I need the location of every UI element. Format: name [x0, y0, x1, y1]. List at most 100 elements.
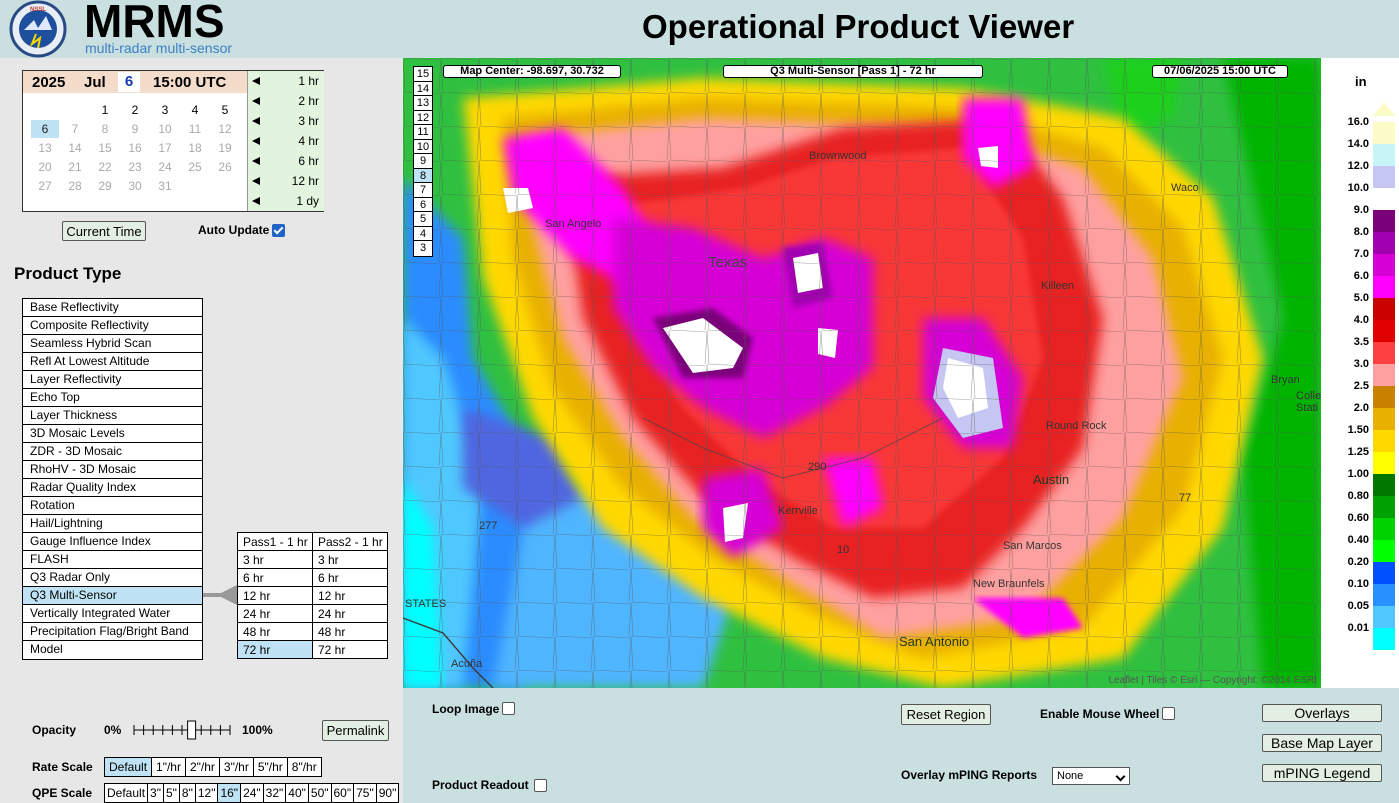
- product-item[interactable]: Rotation: [23, 497, 202, 515]
- calendar-day[interactable]: 2: [121, 101, 149, 119]
- qpe-scale-option[interactable]: 8": [180, 784, 196, 802]
- calendar-day: 27: [38, 179, 52, 193]
- base-map-layer-button[interactable]: Base Map Layer: [1262, 734, 1382, 752]
- accumulation-option[interactable]: 6 hr: [237, 568, 313, 587]
- qpe-scale-option[interactable]: 24": [241, 784, 264, 802]
- product-item[interactable]: Precipitation Flag/Bright Band: [23, 623, 202, 641]
- year-selector[interactable]: 2025: [32, 74, 65, 91]
- product-item[interactable]: Composite Reflectivity: [23, 317, 202, 335]
- product-item[interactable]: Seamless Hybrid Scan: [23, 335, 202, 353]
- product-item[interactable]: 3D Mosaic Levels: [23, 425, 202, 443]
- zoom-level[interactable]: 8: [414, 168, 432, 183]
- product-item[interactable]: Layer Thickness: [23, 407, 202, 425]
- zoom-level[interactable]: 10: [414, 140, 432, 154]
- zoom-level[interactable]: 5: [414, 212, 432, 227]
- accumulation-option[interactable]: Pass1 - 1 hr: [237, 532, 313, 551]
- product-item[interactable]: Q3 Radar Only: [23, 569, 202, 587]
- product-item[interactable]: Q3 Multi-Sensor: [23, 587, 202, 605]
- rate-scale-option[interactable]: Default: [105, 758, 153, 776]
- accumulation-option[interactable]: 24 hr: [237, 604, 313, 623]
- product-item[interactable]: Model: [23, 641, 202, 659]
- enable-mouse-wheel-checkbox[interactable]: [1162, 707, 1175, 720]
- product-item[interactable]: Gauge Influence Index: [23, 533, 202, 551]
- product-item[interactable]: Radar Quality Index: [23, 479, 202, 497]
- accumulation-option[interactable]: 48 hr: [237, 622, 313, 641]
- accumulation-option[interactable]: 72 hr: [312, 640, 388, 659]
- qpe-scale-option[interactable]: 12": [196, 784, 219, 802]
- interval-option[interactable]: 4 hr: [248, 131, 325, 151]
- map-view[interactable]: Brownwood San Angelo Texas Killeen Waco …: [403, 58, 1321, 688]
- qpe-scale-option[interactable]: 5": [164, 784, 180, 802]
- calendar-day[interactable]: 1: [91, 101, 119, 119]
- product-item[interactable]: Layer Reflectivity: [23, 371, 202, 389]
- reset-region-button[interactable]: Reset Region: [901, 704, 991, 725]
- calendar-day[interactable]: 4: [181, 101, 209, 119]
- zoom-level[interactable]: 15: [414, 67, 432, 82]
- zoom-level[interactable]: 4: [414, 227, 432, 241]
- rate-scale-option[interactable]: 1"/hr: [152, 758, 186, 776]
- interval-option[interactable]: 2 hr: [248, 91, 325, 111]
- accumulation-option[interactable]: 24 hr: [312, 604, 388, 623]
- zoom-level[interactable]: 3: [414, 241, 432, 256]
- opacity-slider[interactable]: [132, 718, 232, 742]
- opacity-slider-thumb[interactable]: [187, 720, 197, 740]
- interval-option[interactable]: 1 dy: [248, 191, 325, 211]
- mping-legend-button[interactable]: mPING Legend: [1262, 764, 1382, 782]
- permalink-button[interactable]: Permalink: [322, 720, 389, 741]
- month-selector[interactable]: Jul: [84, 74, 106, 91]
- overlays-button[interactable]: Overlays: [1262, 704, 1382, 722]
- accumulation-option[interactable]: 48 hr: [312, 622, 388, 641]
- product-item[interactable]: ZDR - 3D Mosaic: [23, 443, 202, 461]
- rate-scale-option[interactable]: 8"/hr: [288, 758, 321, 776]
- interval-option[interactable]: 6 hr: [248, 151, 325, 171]
- product-readout-checkbox[interactable]: [534, 779, 547, 792]
- calendar-day[interactable]: 3: [151, 101, 179, 119]
- time-selector[interactable]: 15:00 UTC: [153, 74, 226, 91]
- interval-option[interactable]: 3 hr: [248, 111, 325, 131]
- accumulation-option[interactable]: 12 hr: [312, 586, 388, 605]
- accumulation-option[interactable]: 6 hr: [312, 568, 388, 587]
- legend-unit: in: [1355, 74, 1367, 89]
- qpe-scale-option[interactable]: Default: [105, 784, 149, 802]
- interval-option[interactable]: 1 hr: [248, 71, 325, 91]
- zoom-level[interactable]: 11: [414, 125, 432, 140]
- current-time-button[interactable]: Current Time: [62, 221, 146, 241]
- loop-image-checkbox[interactable]: [502, 702, 515, 715]
- qpe-scale-option[interactable]: 32": [264, 784, 287, 802]
- auto-update-checkbox[interactable]: [272, 224, 285, 237]
- qpe-scale-option[interactable]: 90": [377, 784, 399, 802]
- rate-scale-option[interactable]: 3"/hr: [220, 758, 254, 776]
- product-item[interactable]: Echo Top: [23, 389, 202, 407]
- qpe-scale-option[interactable]: 75": [354, 784, 377, 802]
- zoom-level[interactable]: 7: [414, 183, 432, 198]
- product-item[interactable]: Refl At Lowest Altitude: [23, 353, 202, 371]
- accumulation-option[interactable]: 12 hr: [237, 586, 313, 605]
- accumulation-option[interactable]: 72 hr: [237, 640, 313, 659]
- zoom-level[interactable]: 9: [414, 154, 432, 169]
- accumulation-option[interactable]: 3 hr: [312, 550, 388, 569]
- qpe-scale-option[interactable]: 50": [309, 784, 332, 802]
- accumulation-option[interactable]: 3 hr: [237, 550, 313, 569]
- product-item[interactable]: FLASH: [23, 551, 202, 569]
- rate-scale-option[interactable]: 5"/hr: [254, 758, 288, 776]
- product-item[interactable]: Hail/Lightning: [23, 515, 202, 533]
- day-selector[interactable]: 6: [118, 72, 140, 92]
- qpe-scale-option[interactable]: 60": [332, 784, 355, 802]
- qpe-scale-option[interactable]: 40": [286, 784, 309, 802]
- rate-scale-option[interactable]: 2"/hr: [186, 758, 220, 776]
- zoom-level[interactable]: 14: [414, 82, 432, 96]
- mping-reports-select[interactable]: None: [1052, 767, 1130, 785]
- qpe-scale-option[interactable]: 3": [148, 784, 164, 802]
- zoom-level[interactable]: 6: [414, 198, 432, 212]
- product-item[interactable]: RhoHV - 3D Mosaic: [23, 461, 202, 479]
- accumulation-option[interactable]: Pass2 - 1 hr: [312, 532, 388, 551]
- calendar-day[interactable]: 5: [211, 101, 239, 119]
- product-item[interactable]: Vertically Integrated Water: [23, 605, 202, 623]
- zoom-level[interactable]: 12: [414, 111, 432, 125]
- interval-option[interactable]: 12 hr: [248, 171, 325, 191]
- product-item[interactable]: Base Reflectivity: [23, 299, 202, 317]
- legend-swatch: [1373, 232, 1395, 254]
- qpe-scale-option[interactable]: 16": [218, 784, 242, 802]
- zoom-level[interactable]: 13: [414, 96, 432, 111]
- calendar-day[interactable]: 6: [31, 120, 59, 138]
